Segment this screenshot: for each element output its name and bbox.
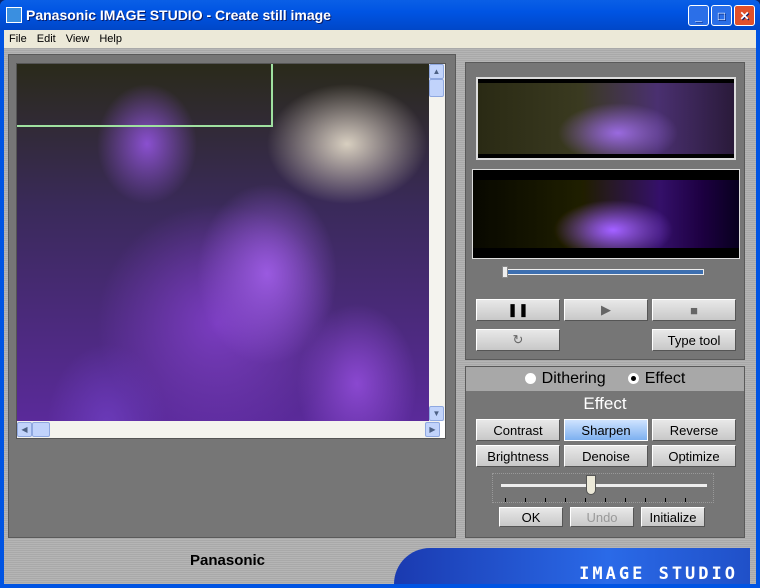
vertical-scrollbar[interactable]: ▲ ▼ xyxy=(429,64,445,421)
menu-edit[interactable]: Edit xyxy=(32,30,61,48)
preview-panel: ❚❚ ▶ ■ ↻ Type tool xyxy=(465,62,745,360)
contrast-button[interactable]: Contrast xyxy=(476,419,560,441)
ok-button[interactable]: OK xyxy=(499,507,563,527)
radio-effect[interactable]: Effect xyxy=(627,370,685,388)
pause-button[interactable]: ❚❚ xyxy=(476,299,560,321)
playback-track[interactable] xyxy=(504,269,704,275)
type-tool-button[interactable]: Type tool xyxy=(652,329,736,351)
mode-selector: Dithering Effect xyxy=(466,367,744,391)
brightness-button[interactable]: Brightness xyxy=(476,445,560,467)
reverse-button[interactable]: Reverse xyxy=(652,419,736,441)
image-studio-logo: IMAGE STUDIO xyxy=(579,564,738,584)
image-panel: ▲ ▼ ◀ ▶ xyxy=(8,54,456,538)
effect-panel: Dithering Effect Effect Contrast Sharpen… xyxy=(465,366,745,538)
scroll-thumb-vertical[interactable] xyxy=(429,79,444,97)
menu-view[interactable]: View xyxy=(61,30,95,48)
selection-frame[interactable] xyxy=(17,64,273,127)
optimize-button[interactable]: Optimize xyxy=(652,445,736,467)
playback-slider-thumb[interactable] xyxy=(502,266,508,278)
effect-level-slider[interactable] xyxy=(492,473,714,503)
app-icon xyxy=(6,7,22,23)
scroll-right-icon[interactable]: ▶ xyxy=(425,422,440,437)
minimize-button[interactable]: _ xyxy=(688,5,709,26)
horizontal-scrollbar[interactable]: ◀ ▶ xyxy=(17,421,440,438)
client-area: ▲ ▼ ◀ ▶ ❚❚ ▶ ■ ↻ Type tool Dithering Eff… xyxy=(4,48,756,584)
initialize-button[interactable]: Initialize xyxy=(641,507,705,527)
play-button[interactable]: ▶ xyxy=(564,299,648,321)
panasonic-logo: Panasonic xyxy=(190,552,266,569)
blue-swoosh: IMAGE STUDIO xyxy=(394,548,750,584)
sharpen-button[interactable]: Sharpen xyxy=(564,419,648,441)
menu-help[interactable]: Help xyxy=(94,30,127,48)
preview-original xyxy=(476,77,736,160)
denoise-button[interactable]: Denoise xyxy=(564,445,648,467)
footer-banner: Panasonic IMAGE STUDIO xyxy=(4,538,756,584)
preview-processed xyxy=(472,169,740,259)
slider-ticks xyxy=(505,498,705,502)
window-title: Panasonic IMAGE STUDIO - Create still im… xyxy=(26,7,331,23)
radio-dithering[interactable]: Dithering xyxy=(524,370,606,388)
close-button[interactable]: ✕ xyxy=(734,5,755,26)
maximize-button[interactable]: □ xyxy=(711,5,732,26)
scroll-thumb-horizontal[interactable] xyxy=(32,422,50,437)
title-bar: Panasonic IMAGE STUDIO - Create still im… xyxy=(0,0,760,30)
scroll-down-icon[interactable]: ▼ xyxy=(429,406,444,421)
loop-button[interactable]: ↻ xyxy=(476,329,560,351)
photo-crocus[interactable] xyxy=(17,64,440,421)
menu-file[interactable]: File xyxy=(4,30,32,48)
scroll-up-icon[interactable]: ▲ xyxy=(429,64,444,79)
undo-button[interactable]: Undo xyxy=(570,507,634,527)
menu-bar: File Edit View Help xyxy=(4,30,756,48)
scroll-left-icon[interactable]: ◀ xyxy=(17,422,32,437)
image-viewer: ▲ ▼ ◀ ▶ xyxy=(16,63,446,439)
app-window: Panasonic IMAGE STUDIO - Create still im… xyxy=(0,0,760,588)
effect-title: Effect xyxy=(583,394,627,413)
stop-button[interactable]: ■ xyxy=(652,299,736,321)
effect-slider-thumb[interactable] xyxy=(586,475,596,495)
